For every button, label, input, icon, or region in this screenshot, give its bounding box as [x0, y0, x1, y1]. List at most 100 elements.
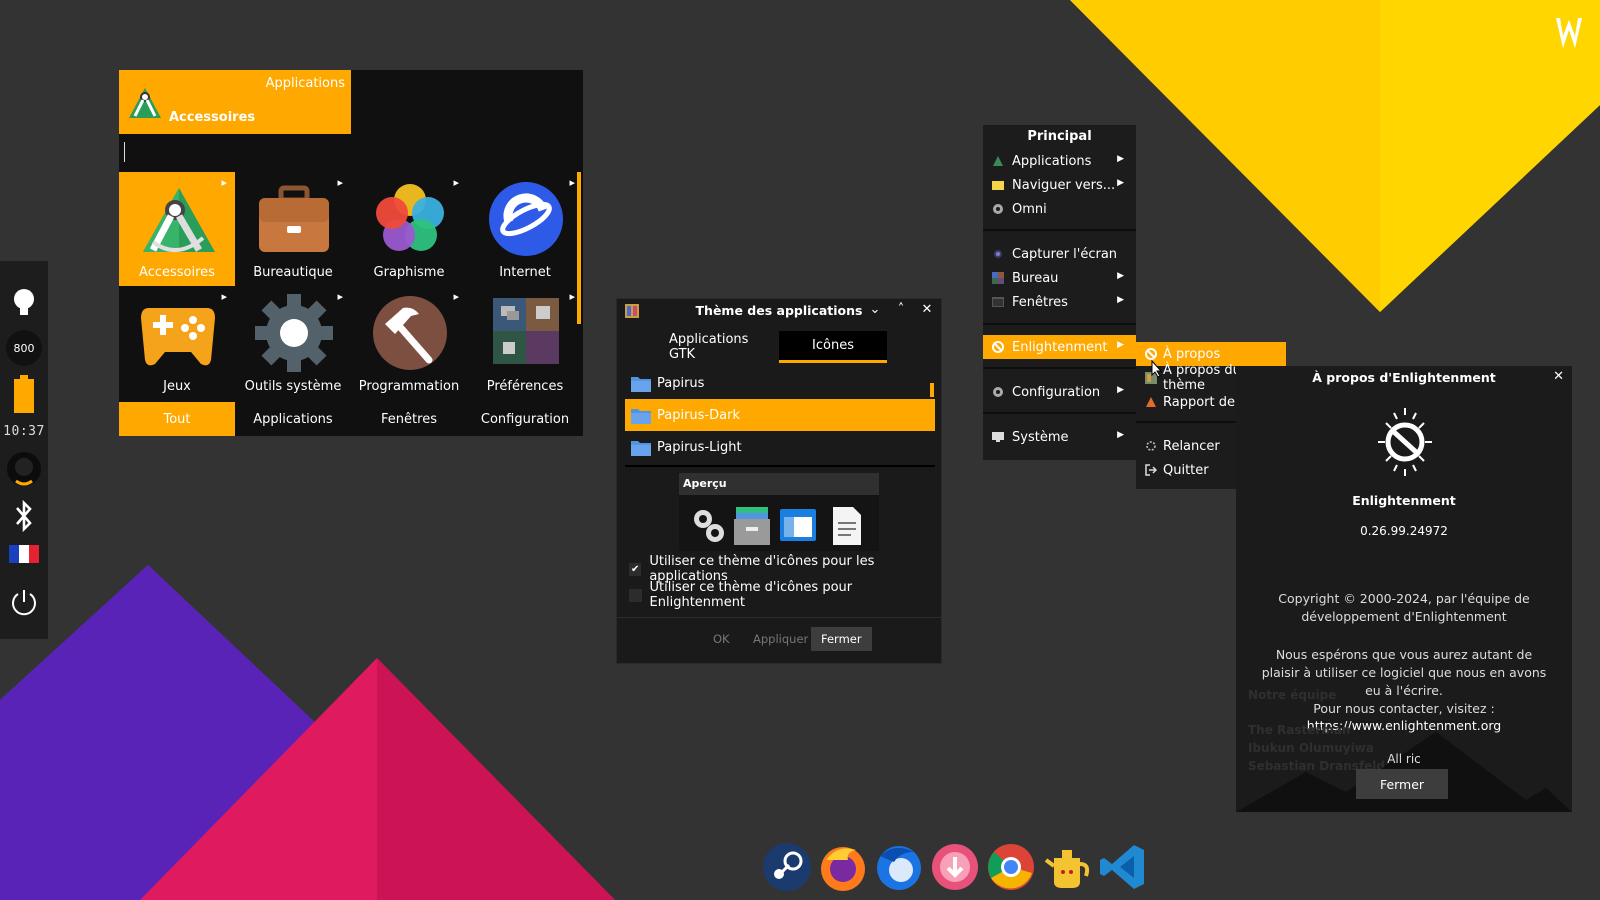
power-icon[interactable]: [0, 581, 48, 623]
chrome-icon[interactable]: [986, 842, 1036, 892]
system-gear-icon: [255, 294, 333, 372]
menu-item-omni[interactable]: Omni: [983, 197, 1136, 221]
vscode-icon[interactable]: [1098, 842, 1148, 892]
ok-button[interactable]: OK: [703, 627, 740, 651]
gear-icon: [993, 204, 1003, 214]
gamepad-icon: [141, 308, 215, 366]
launcher-tab-configuration[interactable]: Configuration: [467, 402, 583, 436]
list-item-label: Papirus: [657, 375, 705, 391]
folder-icon: [631, 377, 651, 392]
submenu-arrow-icon: ▸: [453, 176, 459, 189]
bluetooth-icon[interactable]: [0, 495, 48, 537]
app-tile-graphics[interactable]: ▸ Graphisme: [351, 172, 467, 286]
menu-item-label: Configuration: [1012, 384, 1101, 400]
close-button[interactable]: Fermer: [811, 627, 872, 651]
menu-item-enlightenment[interactable]: Enlightenment ▶: [983, 335, 1136, 359]
warning-icon: [1146, 397, 1156, 407]
thunderbird-icon[interactable]: [874, 842, 924, 892]
close-button[interactable]: Fermer: [1356, 769, 1448, 799]
app-name: Enlightenment: [1352, 493, 1456, 508]
menu-item-label: Omni: [1012, 201, 1047, 217]
chevron-down-icon[interactable]: ⌄: [867, 302, 883, 317]
menu-item-label: Fenêtres: [1012, 294, 1068, 310]
submenu-item-label: Quitter: [1163, 462, 1209, 478]
keyboard-layout-flag-icon[interactable]: [0, 541, 48, 567]
icon-theme-list: Papirus Papirus-Dark Papirus-Light: [625, 367, 935, 467]
applications-icon: [993, 156, 1003, 166]
menu-item-desktop[interactable]: Bureau ▶: [983, 266, 1136, 290]
close-icon[interactable]: ✕: [919, 302, 935, 317]
app-tile-programming[interactable]: ▸ Programmation: [351, 286, 467, 400]
checkbox-checked-icon[interactable]: ✔: [629, 562, 642, 576]
downloader-icon[interactable]: [930, 842, 980, 892]
app-tile-internet[interactable]: ▸ Internet: [467, 172, 583, 286]
about-title: À propos d'Enlightenment: [1312, 370, 1496, 385]
app-tile-system-tools[interactable]: ▸ Outils système: [235, 286, 351, 400]
list-item-label: Papirus-Light: [657, 439, 742, 455]
windows-icon: [992, 297, 1004, 307]
list-scrollbar[interactable]: [930, 383, 934, 397]
menu-separator: [983, 367, 1136, 369]
tab-gtk-apps[interactable]: Applications GTK: [669, 331, 777, 363]
office-briefcase-icon: [259, 185, 329, 252]
launcher-current-category: Accessoires: [169, 110, 256, 125]
battery-icon[interactable]: [0, 373, 48, 415]
menu-item-label: Naviguer vers...: [1012, 177, 1116, 193]
checkbox-use-for-enlightenment[interactable]: Utiliser ce thème d'icônes pour Enlighte…: [629, 580, 941, 610]
apply-button[interactable]: Appliquer: [743, 627, 818, 651]
dialog-titlebar[interactable]: Thème des applications ⌄ ˄ ✕: [617, 299, 941, 323]
menu-item-system[interactable]: Système ▶: [983, 425, 1136, 449]
app-tile-office[interactable]: ▸ Bureautique: [235, 172, 351, 286]
app-tile-label: Jeux: [163, 379, 191, 394]
launcher-scrollbar[interactable]: [577, 172, 581, 324]
text-document-icon: [833, 507, 861, 545]
app-tile-games[interactable]: ▸ Jeux: [119, 286, 235, 400]
launcher-tab-windows[interactable]: Fenêtres: [351, 402, 467, 436]
restart-icon: [1146, 441, 1156, 451]
mixer-icon[interactable]: [0, 449, 48, 491]
camera-icon: [994, 250, 1002, 258]
submenu-arrow-icon: ▶: [1117, 154, 1124, 164]
submenu-arrow-icon: ▶: [1117, 385, 1124, 395]
tab-icons[interactable]: Icônes: [779, 331, 887, 363]
list-item-papirus-light[interactable]: Papirus-Light: [625, 431, 935, 463]
firefox-icon[interactable]: [818, 842, 868, 892]
checkbox-unchecked-icon[interactable]: [629, 588, 642, 602]
menu-item-label: Enlightenment: [1012, 339, 1108, 355]
launcher-tabs: Tout Applications Fenêtres Configuration: [119, 402, 583, 436]
steam-icon[interactable]: [762, 842, 812, 892]
menu-item-configuration[interactable]: Configuration ▶: [983, 380, 1136, 404]
list-item-papirus[interactable]: Papirus: [625, 367, 935, 399]
folder-icon: [631, 441, 651, 456]
list-item-papirus-dark[interactable]: Papirus-Dark: [625, 399, 935, 431]
menu-item-navigate[interactable]: Naviguer vers... ▶: [983, 173, 1136, 197]
folder-icon: [631, 409, 651, 424]
launcher-search-input[interactable]: [119, 134, 583, 170]
app-version: 0.26.99.24972: [1360, 524, 1448, 538]
main-menu: Principal Applications ▶ Naviguer vers..…: [983, 125, 1136, 460]
cpu-freq-gadget[interactable]: 800: [0, 327, 48, 369]
folder-icon: [992, 181, 1004, 190]
close-icon[interactable]: ✕: [1553, 369, 1564, 384]
checkbox-use-for-apps[interactable]: ✔ Utiliser ce thème d'icônes pour les ap…: [629, 554, 941, 584]
submenu-item-label: Relancer: [1163, 438, 1220, 454]
lightbulb-icon[interactable]: [0, 283, 48, 323]
teapot-icon[interactable]: [1042, 842, 1092, 892]
launcher-tab-applications[interactable]: Applications: [235, 402, 351, 436]
menu-item-windows[interactable]: Fenêtres ▶: [983, 290, 1136, 314]
app-tile-label: Programmation: [358, 379, 460, 394]
menu-item-label: Bureau: [1012, 270, 1059, 286]
dialog-tabs: Applications GTK Icônes: [617, 331, 941, 363]
cpu-freq-value: 800: [13, 341, 35, 355]
launcher-tab-all[interactable]: Tout: [119, 402, 235, 436]
submenu-arrow-icon: ▸: [453, 290, 459, 303]
clock-time: 10:37: [3, 423, 45, 439]
list-item-label: Papirus-Dark: [657, 407, 740, 423]
chevron-up-icon[interactable]: ˄: [893, 302, 909, 317]
menu-item-applications[interactable]: Applications ▶: [983, 149, 1136, 173]
app-tile-accessories[interactable]: ▸ Accessoires: [119, 172, 235, 286]
clock-gadget[interactable]: 10:37: [0, 419, 48, 443]
app-tile-preferences[interactable]: ▸ Préférences: [467, 286, 583, 400]
menu-item-screenshot[interactable]: Capturer l'écran: [983, 242, 1136, 266]
submenu-arrow-icon: ▸: [221, 290, 227, 303]
